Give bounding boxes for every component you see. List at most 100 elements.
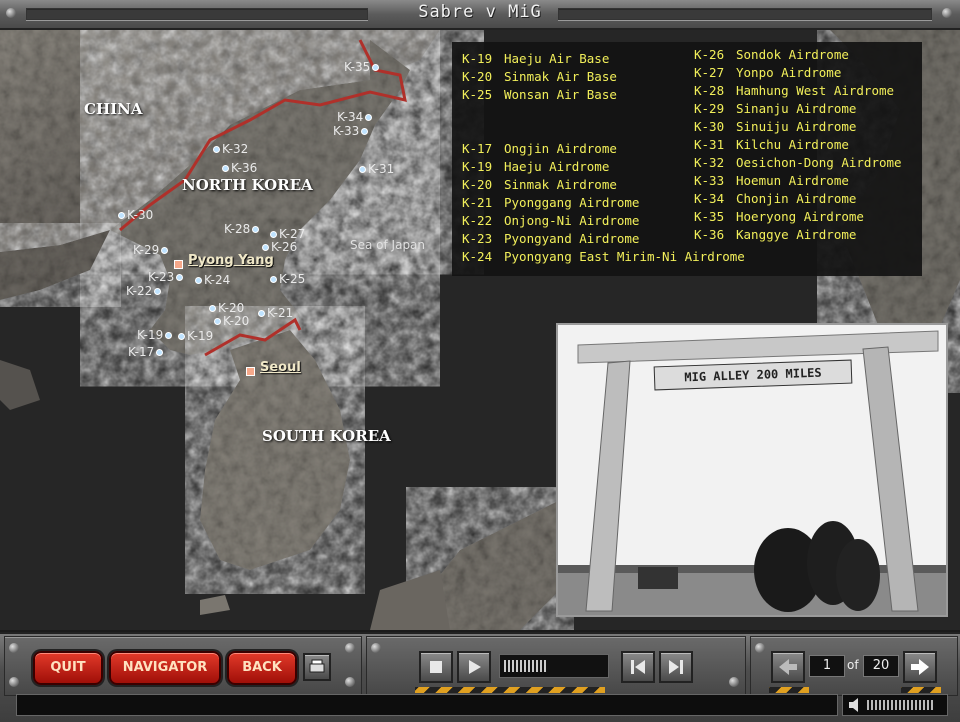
airbase-code: K-20	[218, 301, 245, 315]
progress-ticks	[504, 660, 546, 672]
airbase-marker[interactable]: K-27	[270, 227, 305, 241]
airbase-marker[interactable]: K-23	[148, 270, 184, 284]
city-marker	[246, 367, 255, 376]
airbase-dot-icon	[214, 317, 221, 325]
airbase-code: K-35	[344, 60, 371, 74]
airbase-dot-icon	[161, 246, 169, 254]
rivet-icon	[6, 8, 16, 18]
speaker-icon	[849, 698, 858, 712]
rivet-icon	[942, 8, 952, 18]
skip-forward-icon	[669, 660, 683, 674]
control-panel: QUIT NAVIGATOR BACK 1 of 20	[0, 632, 960, 722]
airbase-marker[interactable]: K-25	[270, 272, 305, 286]
airbase-code: K-33	[333, 124, 360, 138]
stop-icon	[430, 661, 442, 673]
airbase-marker[interactable]: K-28	[224, 222, 260, 236]
play-button[interactable]	[457, 651, 491, 683]
airbase-dot-icon	[252, 225, 260, 233]
airbase-dot-icon	[156, 348, 164, 356]
page-total-field: 20	[863, 655, 899, 677]
city-marker	[174, 260, 183, 269]
legend-row: K-32 Oesichon-Dong Airdrome	[694, 155, 902, 170]
rivet-icon	[729, 677, 739, 687]
airbase-dot-icon	[270, 275, 277, 283]
airbase-dot-icon	[270, 230, 277, 238]
page-next-button[interactable]	[903, 651, 937, 683]
airbase-dot-icon	[359, 165, 366, 173]
airbase-code: K-31	[368, 162, 395, 176]
airbase-dot-icon	[258, 309, 265, 317]
title-bar-groove	[558, 8, 932, 20]
arrow-right-icon	[911, 659, 929, 675]
page-of-label: of	[847, 658, 859, 672]
airbase-marker[interactable]: K-32	[213, 142, 248, 156]
page-cluster: 1 of 20	[750, 636, 958, 696]
arrow-left-icon	[779, 659, 797, 675]
country-label-china: CHINA	[84, 100, 143, 118]
status-bar	[16, 694, 838, 716]
legend-row: K-35 Hoeryong Airdrome	[694, 209, 864, 224]
airbase-dot-icon	[118, 211, 125, 219]
airbase-dot-icon	[178, 332, 185, 340]
page-current-field[interactable]: 1	[809, 655, 845, 677]
airbase-marker[interactable]: K-34	[337, 110, 373, 124]
airbase-marker[interactable]: K-33	[333, 124, 369, 138]
hazard-stripe	[901, 687, 941, 693]
airbase-marker[interactable]: K-35	[344, 60, 380, 74]
legend-row: K-24 Pyongyang East Mirim-Ni Airdrome	[462, 249, 745, 264]
skip-back-button[interactable]	[621, 651, 655, 683]
airbase-code: K-29	[133, 243, 160, 257]
airbase-dot-icon	[222, 164, 229, 172]
airbase-dot-icon	[262, 243, 269, 251]
skip-back-icon	[631, 660, 645, 674]
airbase-code: K-28	[224, 222, 251, 236]
airbase-marker[interactable]: K-20	[214, 314, 249, 328]
airbase-marker[interactable]: K-19	[137, 328, 173, 342]
airbase-marker[interactable]: K-21	[258, 306, 293, 320]
volume-control[interactable]	[842, 694, 948, 716]
rivet-icon	[345, 643, 355, 653]
print-button[interactable]	[303, 653, 331, 681]
city-label-seoul: Seoul	[260, 360, 301, 375]
airbase-marker[interactable]: K-31	[359, 162, 394, 176]
playback-progress[interactable]	[499, 654, 609, 678]
navigator-button[interactable]: NAVIGATOR	[109, 651, 221, 685]
country-label-north-korea: NORTH KOREA	[182, 176, 313, 194]
airbase-marker[interactable]: K-36	[222, 161, 257, 175]
airbase-marker[interactable]: K-26	[262, 240, 297, 254]
airbase-code: K-34	[337, 110, 364, 124]
airbase-marker[interactable]: K-19	[178, 329, 213, 343]
airbase-code: K-19	[187, 329, 214, 343]
airbase-dot-icon	[365, 113, 373, 121]
airbase-dot-icon	[361, 127, 369, 135]
playback-cluster	[366, 636, 746, 696]
city-label-pyongyang: Pyong Yang	[188, 253, 274, 268]
printer-icon	[309, 659, 325, 673]
airbase-marker[interactable]: K-22	[126, 284, 162, 298]
airbase-dot-icon	[154, 287, 162, 295]
airbase-marker[interactable]: K-24	[195, 273, 230, 287]
legend-row: K-33 Hoemun Airdrome	[694, 173, 849, 188]
legend-row: K-28 Hamhung West Airdrome	[694, 83, 895, 98]
legend-row: K-34 Chonjin Airdrome	[694, 191, 857, 206]
airbase-dot-icon	[209, 304, 216, 312]
airbase-code: K-27	[279, 227, 306, 241]
skip-forward-button[interactable]	[659, 651, 693, 683]
airbase-dot-icon	[176, 273, 184, 281]
country-label-south-korea: SOUTH KOREA	[262, 427, 391, 445]
stop-button[interactable]	[419, 651, 453, 683]
airbase-marker[interactable]: K-20	[209, 301, 244, 315]
airbase-dot-icon	[213, 145, 220, 153]
hazard-stripe	[769, 687, 809, 693]
page-previous-button[interactable]	[771, 651, 805, 683]
title-bar: Sabre v MiG	[0, 0, 960, 30]
quit-button[interactable]: QUIT	[33, 651, 103, 685]
airbase-marker[interactable]: K-17	[128, 345, 164, 359]
airbase-marker[interactable]: K-30	[118, 208, 153, 222]
airbase-code: K-17	[128, 345, 155, 359]
back-button[interactable]: BACK	[227, 651, 297, 685]
rivet-icon	[371, 643, 381, 653]
airbase-marker[interactable]: K-29	[133, 243, 169, 257]
legend-row: K-26 Sondok Airdrome	[694, 47, 849, 62]
window-title: Sabre v MiG	[418, 2, 542, 22]
